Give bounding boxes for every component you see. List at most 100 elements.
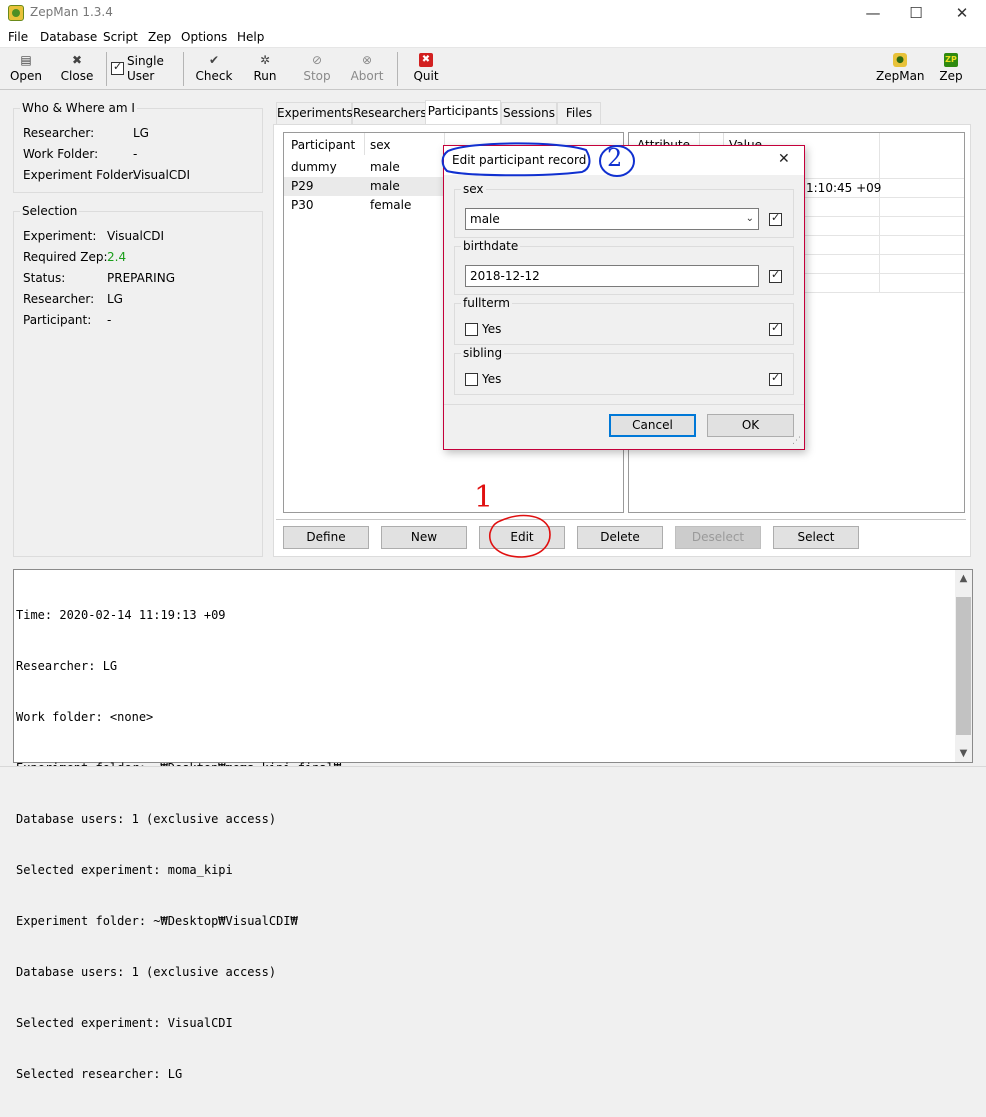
fullterm-group: fullterm Yes [454,296,794,345]
participant-value: - [107,313,112,327]
menu-script[interactable]: Script [103,30,138,44]
row-participant: P30 [291,198,314,212]
dialog-divider [444,404,804,405]
zepman-button[interactable]: ● ZepMan [876,49,925,89]
scroll-thumb[interactable] [956,597,971,735]
status-value: PREPARING [107,271,175,285]
log-text: Time: 2020-02-14 11:19:13 +09 Researcher… [16,573,341,1117]
stop-icon: ⊘ [311,53,323,67]
sibling-yes-checkbox[interactable] [465,373,478,386]
menu-bar: File Database Script Zep Options Help [0,26,986,48]
menu-help[interactable]: Help [237,30,264,44]
new-button[interactable]: New [381,526,467,549]
column-header-participant[interactable]: Participant [291,138,355,152]
dialog-title: Edit participant record [452,153,587,167]
zep-button[interactable]: ZP Zep [936,49,966,89]
who-where-title: Who & Where am I [20,101,137,115]
toolbar-separator [397,52,398,86]
who-where-group: Who & Where am I Researcher: LG Work Fol… [13,101,263,193]
chevron-down-icon: ⌄ [745,213,754,224]
birthdate-input[interactable]: 2018-12-12 [465,265,759,287]
dialog-close-button[interactable]: ✕ [778,151,790,167]
checkmark-icon: ✔ [208,53,220,67]
scroll-up-icon[interactable]: ▲ [955,570,972,587]
toolbar-separator [106,52,107,86]
work-folder-value: - [133,147,138,161]
sex-group: sex male ⌄ [454,182,794,238]
gear-icon: ✲ [259,53,271,67]
run-button[interactable]: ✲ Run [250,49,280,89]
participant-label: Participant: [23,313,92,327]
work-folder-label: Work Folder: [23,147,99,161]
abort-button[interactable]: ⊗ Abort [349,49,385,89]
toolbar-separator [183,52,184,86]
close-button[interactable]: ✖ Close [58,49,96,89]
status-bar [0,766,986,790]
single-user-toggle[interactable]: Single User [111,54,175,86]
menu-zep[interactable]: Zep [148,30,171,44]
ok-button[interactable]: OK [707,414,794,437]
abort-icon: ⊗ [361,53,373,67]
researcher-value: LG [133,126,149,140]
sibling-label: sibling [461,346,505,360]
fullterm-label: fullterm [461,296,512,310]
row-sex: male [370,160,400,174]
birthdate-label: birthdate [461,239,521,253]
tab-participants[interactable]: Participants [425,100,501,124]
column-header-sex[interactable]: sex [370,138,391,152]
log-line: Work folder: <none> [16,710,154,724]
edit-button[interactable]: Edit [479,526,565,549]
experiment-folder-label: Experiment Folder: [23,168,138,182]
close-icon: ✖ [71,53,83,67]
birthdate-group: birthdate 2018-12-12 [454,239,794,295]
fullterm-yes-checkbox[interactable] [465,323,478,336]
open-button[interactable]: ▤ Open [8,49,44,89]
cancel-button[interactable]: Cancel [609,414,696,437]
window-title: ZepMan 1.3.4 [30,5,113,19]
log-panel[interactable]: Time: 2020-02-14 11:19:13 +09 Researcher… [13,569,973,1081]
check-button[interactable]: ✔ Check [194,49,234,89]
sibling-enable-checkbox[interactable] [769,371,782,386]
fullterm-enable-checkbox[interactable] [769,321,782,336]
edit-participant-dialog: Edit participant record ✕ sex male ⌄ bir… [443,145,805,450]
tab-researchers[interactable]: Researchers [352,102,427,124]
tab-files[interactable]: Files [557,102,601,124]
tab-sessions[interactable]: Sessions [501,102,557,124]
define-button[interactable]: Define [283,526,369,549]
sibling-yes-label: Yes [482,372,502,386]
sex-enable-checkbox[interactable] [769,211,782,226]
title-bar: ZepMan 1.3.4 — ☐ ✕ [0,0,986,26]
column-divider [364,133,365,155]
toolbar: ▤ Open ✖ Close Single User ✔ Check ✲ Run… [0,49,986,90]
log-scrollbar[interactable]: ▲ ▼ [955,570,972,762]
single-user-checkbox[interactable] [111,60,124,75]
deselect-button[interactable]: Deselect [675,526,761,549]
select-button[interactable]: Select [773,526,859,549]
log-line: Time: 2020-02-14 11:19:13 +09 [16,608,226,622]
column-divider [879,133,880,293]
row-participant: P29 [291,179,314,193]
selection-researcher-value: LG [107,292,123,306]
experiment-label: Experiment: [23,229,97,243]
close-window-button[interactable]: ✕ [939,0,985,26]
selection-group: Selection Experiment: VisualCDI Required… [13,204,263,557]
maximize-button[interactable]: ☐ [893,0,939,26]
required-zep-label: Required Zep: [23,250,108,264]
tab-experiments[interactable]: Experiments [276,102,353,124]
quit-icon: ✖ [419,53,433,67]
menu-options[interactable]: Options [181,30,227,44]
delete-button[interactable]: Delete [577,526,663,549]
minimize-button[interactable]: — [850,0,896,26]
scroll-down-icon[interactable]: ▼ [955,745,972,762]
sex-select[interactable]: male ⌄ [465,208,759,230]
experiment-folder-value: VisualCDI [133,168,190,182]
divider [276,519,966,520]
stop-button[interactable]: ⊘ Stop [301,49,333,89]
row-sex: male [370,179,400,193]
resize-grip-icon[interactable]: ⋰ [792,436,801,446]
quit-button[interactable]: ✖ Quit [410,49,442,89]
menu-file[interactable]: File [8,30,28,44]
birthdate-enable-checkbox[interactable] [769,268,782,283]
sex-select-value: male [470,212,500,226]
menu-database[interactable]: Database [40,30,97,44]
